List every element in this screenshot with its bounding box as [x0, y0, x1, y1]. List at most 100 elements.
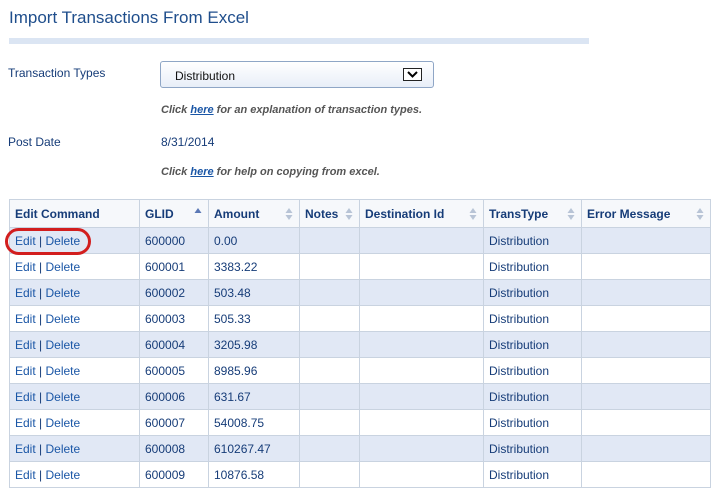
error-cell: [581, 253, 711, 280]
transaction-types-label: Transaction Types: [8, 66, 106, 80]
error-cell: [581, 357, 711, 384]
page-title: Import Transactions From Excel: [9, 8, 249, 27]
link-separator: |: [39, 415, 43, 430]
edit-command-cell: Edit | Delete: [9, 409, 140, 436]
link-separator: |: [39, 363, 43, 378]
delete-link[interactable]: Delete: [46, 364, 81, 378]
table-row: Edit | Delete 600000 0.00 Distribution: [9, 227, 711, 254]
edit-command-cell: Edit | Delete: [9, 305, 140, 332]
table-row: Edit | Delete 600006 631.67 Distribution: [9, 383, 711, 410]
glid-cell: 600000: [139, 227, 209, 254]
table-row: Edit | Delete 600008 610267.47 Distribution: [9, 435, 711, 462]
amount-cell: 505.33: [208, 305, 300, 332]
glid-cell: 600007: [139, 409, 209, 436]
edit-link[interactable]: Edit: [15, 468, 36, 482]
edit-link[interactable]: Edit: [15, 260, 36, 274]
error-cell: [581, 383, 711, 410]
column-header-notes[interactable]: Notes: [299, 199, 360, 228]
delete-link[interactable]: Delete: [46, 286, 81, 300]
delete-link[interactable]: Delete: [46, 338, 81, 352]
column-header-error[interactable]: Error Message: [581, 199, 711, 228]
edit-command-cell: Edit | Delete: [9, 357, 140, 384]
delete-link[interactable]: Delete: [46, 390, 81, 404]
excel-help-link[interactable]: here: [190, 166, 213, 178]
edit-link[interactable]: Edit: [15, 312, 36, 326]
table-row: Edit | Delete 600009 10876.58 Distribution: [9, 461, 711, 488]
table-row: Edit | Delete 600003 505.33 Distribution: [9, 305, 711, 332]
table-row: Edit | Delete 600005 8985.96 Distribution: [9, 357, 711, 384]
sort-icon[interactable]: [469, 207, 477, 221]
notes-cell: [299, 331, 360, 358]
dropdown-arrow-icon[interactable]: [403, 68, 422, 81]
amount-cell: 631.67: [208, 383, 300, 410]
hint-suffix: for help on copying from excel.: [213, 166, 380, 178]
column-header-amount[interactable]: Amount: [208, 199, 300, 228]
sort-ascending-icon[interactable]: [194, 207, 202, 221]
transtype-cell: Distribution: [483, 253, 582, 280]
link-separator: |: [39, 285, 43, 300]
notes-cell: [299, 409, 360, 436]
edit-link[interactable]: Edit: [15, 286, 36, 300]
amount-cell: 503.48: [208, 279, 300, 306]
post-date-value: 8/31/2014: [161, 135, 215, 149]
sort-icon[interactable]: [696, 207, 704, 221]
link-separator: |: [39, 259, 43, 274]
link-separator: |: [39, 441, 43, 456]
edit-link[interactable]: Edit: [15, 364, 36, 378]
transtype-cell: Distribution: [483, 435, 582, 462]
edit-link[interactable]: Edit: [15, 234, 36, 248]
glid-cell: 600008: [139, 435, 209, 462]
transtype-cell: Distribution: [483, 409, 582, 436]
edit-command-cell: Edit | Delete: [9, 253, 140, 280]
notes-cell: [299, 461, 360, 488]
edit-link[interactable]: Edit: [15, 390, 36, 404]
amount-cell: 54008.75: [208, 409, 300, 436]
edit-link[interactable]: Edit: [15, 442, 36, 456]
amount-cell: 3383.22: [208, 253, 300, 280]
transtype-cell: Distribution: [483, 305, 582, 332]
table-row: Edit | Delete 600002 503.48 Distribution: [9, 279, 711, 306]
transaction-type-select[interactable]: Distribution: [160, 61, 434, 88]
amount-cell: 8985.96: [208, 357, 300, 384]
column-header-glid[interactable]: GLID: [139, 199, 209, 228]
delete-link[interactable]: Delete: [46, 468, 81, 482]
sort-icon[interactable]: [567, 207, 575, 221]
transaction-types-hint: Click here for an explanation of transac…: [161, 104, 422, 116]
error-cell: [581, 279, 711, 306]
destination-cell: [359, 461, 484, 488]
transaction-types-help-link[interactable]: here: [190, 104, 213, 116]
glid-cell: 600002: [139, 279, 209, 306]
notes-cell: [299, 383, 360, 410]
table-row: Edit | Delete 600004 3205.98 Distribution: [9, 331, 711, 358]
title-divider: [9, 38, 589, 44]
column-header-transtype[interactable]: TransType: [483, 199, 582, 228]
delete-link[interactable]: Delete: [46, 312, 81, 326]
transtype-cell: Distribution: [483, 357, 582, 384]
error-cell: [581, 227, 711, 254]
delete-link[interactable]: Delete: [46, 442, 81, 456]
link-separator: |: [39, 311, 43, 326]
amount-cell: 0.00: [208, 227, 300, 254]
hint-prefix: Click: [161, 104, 191, 116]
column-header-destination[interactable]: Destination Id: [359, 199, 484, 228]
edit-link[interactable]: Edit: [15, 338, 36, 352]
hint-prefix: Click: [161, 166, 191, 178]
destination-cell: [359, 253, 484, 280]
delete-link[interactable]: Delete: [46, 416, 81, 430]
notes-cell: [299, 227, 360, 254]
transtype-cell: Distribution: [483, 383, 582, 410]
notes-cell: [299, 305, 360, 332]
sort-icon[interactable]: [285, 207, 293, 221]
error-cell: [581, 435, 711, 462]
notes-cell: [299, 435, 360, 462]
edit-command-cell: Edit | Delete: [9, 461, 140, 488]
edit-link[interactable]: Edit: [15, 416, 36, 430]
delete-link[interactable]: Delete: [46, 234, 81, 248]
sort-icon[interactable]: [345, 207, 353, 221]
column-header-edit[interactable]: Edit Command: [9, 199, 140, 228]
delete-link[interactable]: Delete: [46, 260, 81, 274]
transtype-cell: Distribution: [483, 461, 582, 488]
edit-command-cell: Edit | Delete: [9, 279, 140, 306]
link-separator: |: [39, 389, 43, 404]
destination-cell: [359, 435, 484, 462]
